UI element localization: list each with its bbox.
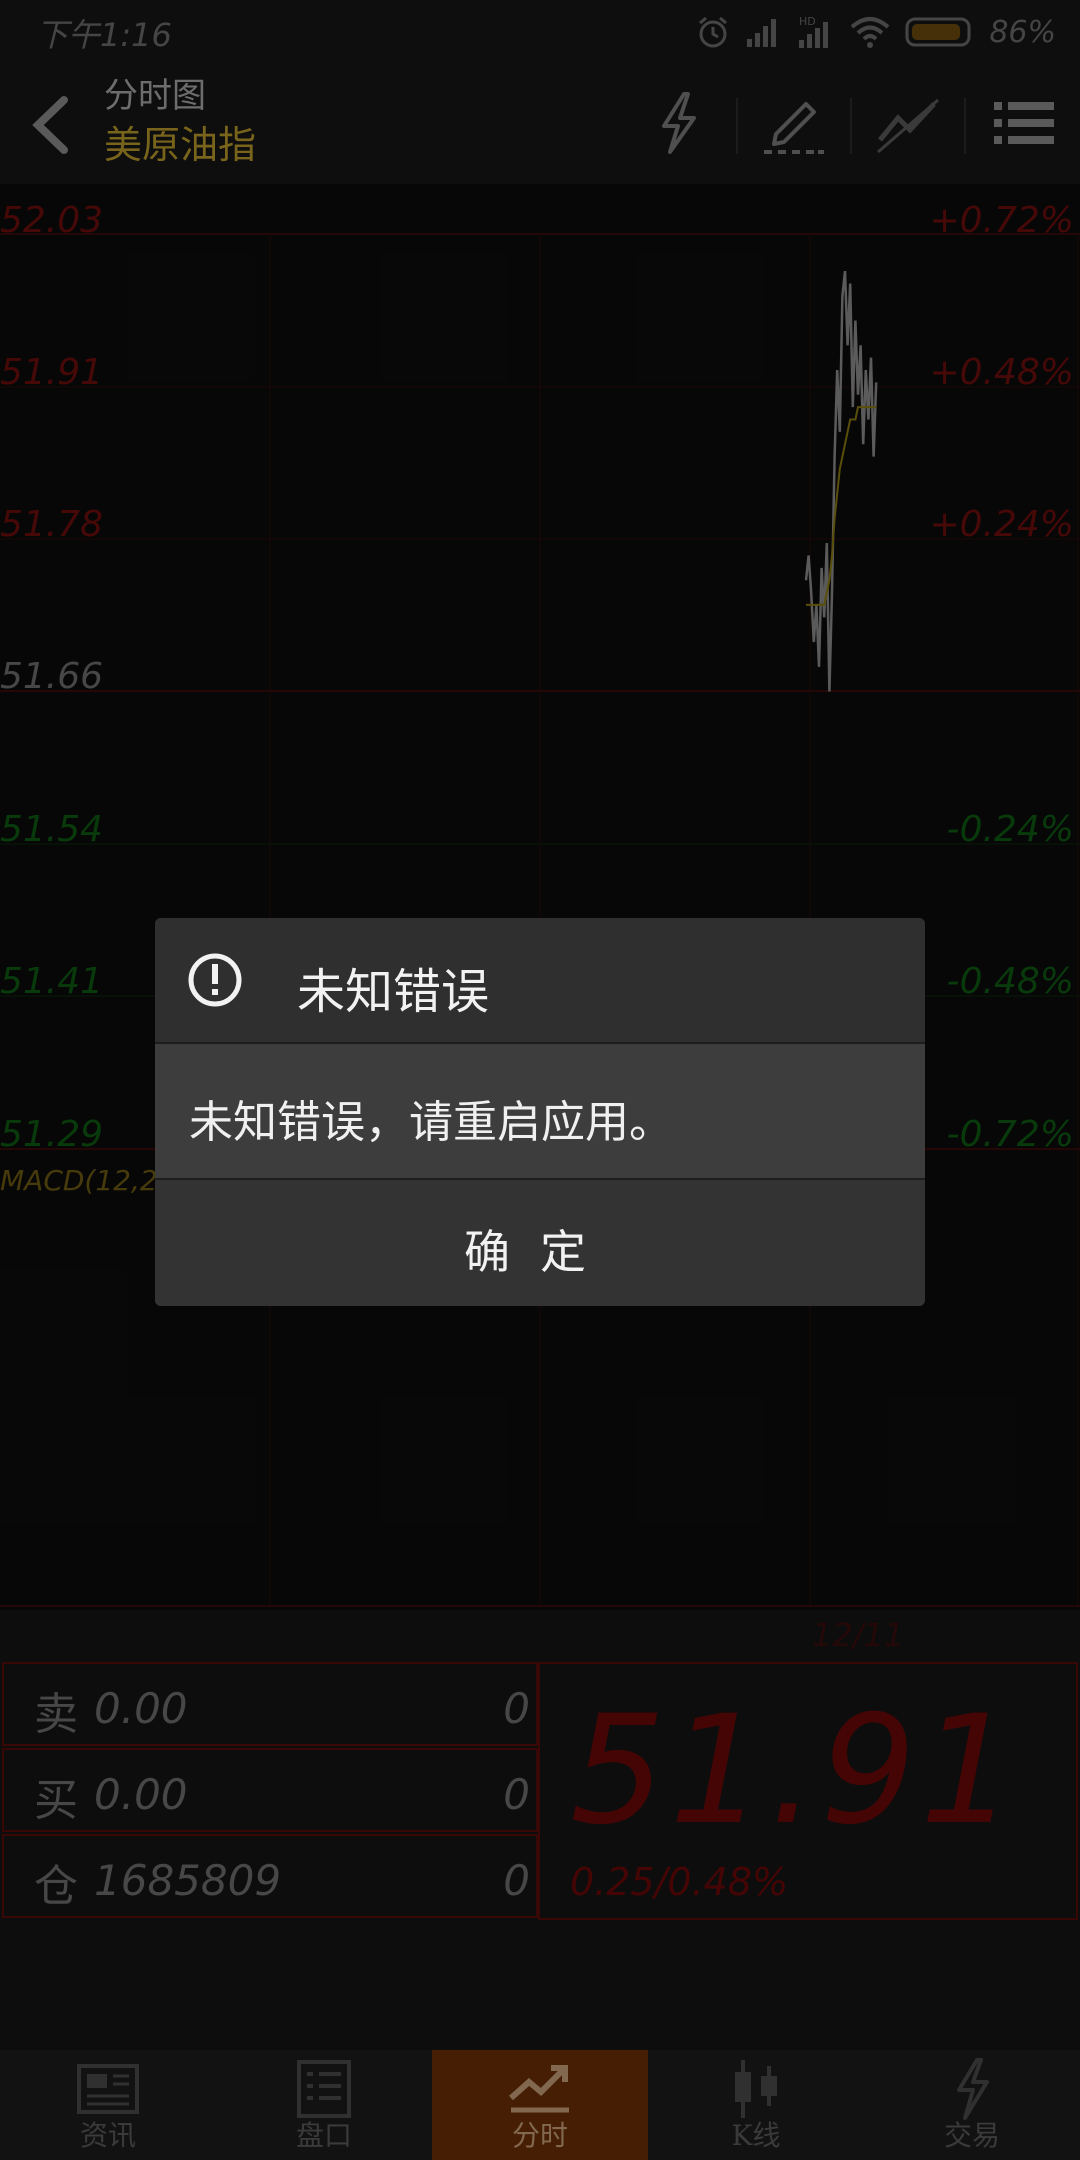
- confirm-button[interactable]: 确定: [155, 1180, 925, 1306]
- confirm-button-label: 确定: [464, 1225, 616, 1279]
- error-dialog: 未知错误 未知错误，请重启应用。 确定: [155, 918, 925, 1306]
- dialog-body: 未知错误，请重启应用。: [155, 1044, 925, 1178]
- dialog-message: 未知错误，请重启应用。: [189, 1097, 673, 1148]
- dialog-title: 未知错误: [297, 964, 490, 1020]
- alert-icon: [188, 953, 242, 1007]
- dialog-header: 未知错误: [155, 918, 925, 1042]
